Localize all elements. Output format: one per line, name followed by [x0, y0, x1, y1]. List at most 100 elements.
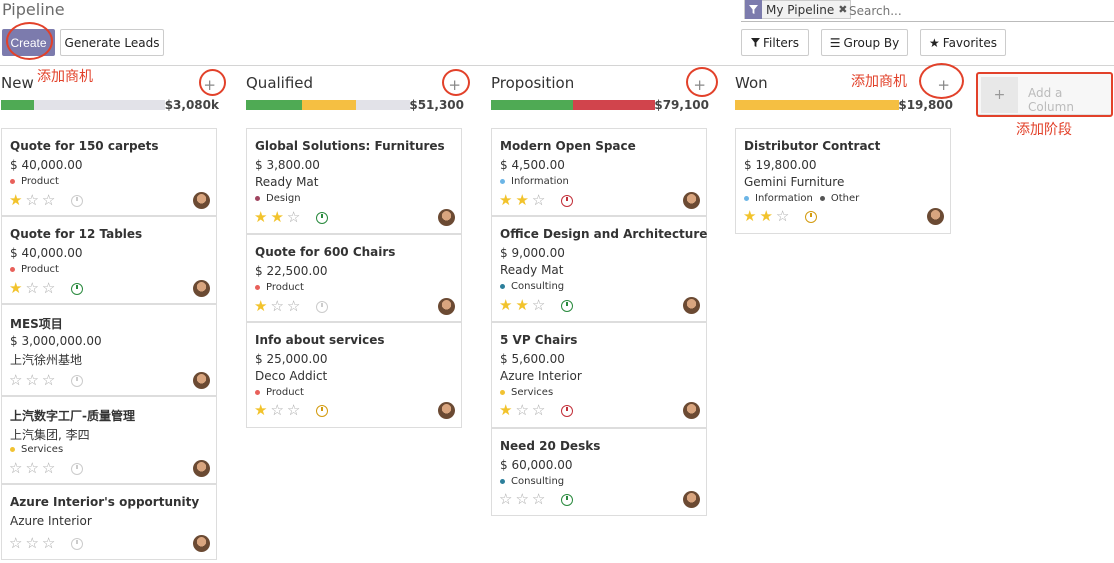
priority-stars[interactable]: ☆ ☆ ☆: [499, 492, 545, 507]
star-outline-icon[interactable]: ☆: [25, 193, 38, 208]
opportunity-card[interactable]: Quote for 150 carpets $ 40,000.00 Produc…: [1, 128, 217, 216]
star-outline-icon[interactable]: ☆: [42, 461, 55, 476]
card-title: Global Solutions: Furnitures: [255, 139, 445, 153]
avatar: [193, 460, 210, 477]
opportunity-card[interactable]: 5 VP Chairs $ 5,600.00 Azure Interior Se…: [491, 322, 707, 428]
star-outline-icon[interactable]: ☆: [287, 210, 300, 225]
star-outline-icon[interactable]: ☆: [287, 299, 300, 314]
star-icon[interactable]: ★: [499, 403, 512, 418]
opportunity-card[interactable]: Info about services $ 25,000.00 Deco Add…: [246, 322, 462, 428]
star-outline-icon[interactable]: ☆: [42, 536, 55, 551]
star-outline-icon[interactable]: ☆: [287, 403, 300, 418]
column-progress-bar[interactable]: [735, 100, 899, 110]
opportunity-card[interactable]: 上汽数字工厂-质量管理 上汽集团, 李四 Services ☆ ☆ ☆: [1, 396, 217, 484]
star-outline-icon[interactable]: ☆: [532, 193, 545, 208]
star-icon[interactable]: ★: [254, 299, 267, 314]
page-title: Pipeline: [2, 0, 65, 19]
activity-clock-icon[interactable]: [71, 375, 83, 387]
column-progress-bar[interactable]: [491, 100, 655, 110]
star-outline-icon[interactable]: ☆: [42, 193, 55, 208]
star-icon: ★: [929, 35, 940, 50]
activity-clock-icon[interactable]: [71, 538, 83, 550]
opportunity-card[interactable]: Azure Interior's opportunity Azure Inter…: [1, 484, 217, 560]
column-progress-bar[interactable]: [1, 100, 165, 110]
card-tags: Services: [500, 387, 553, 398]
tag-label: Services: [511, 387, 554, 398]
activity-clock-icon[interactable]: [316, 212, 328, 224]
activity-clock-icon[interactable]: [71, 463, 83, 475]
opportunity-card[interactable]: MES项目 $ 3,000,000.00 上汽徐州基地 ☆ ☆ ☆: [1, 304, 217, 396]
search-facet[interactable]: My Pipeline ✖: [744, 0, 852, 19]
tag-color-dot: [255, 196, 260, 201]
star-icon[interactable]: ★: [515, 193, 528, 208]
priority-stars[interactable]: ☆ ☆ ☆: [9, 461, 55, 476]
filters-button[interactable]: Filters: [741, 29, 809, 56]
opportunity-card[interactable]: Global Solutions: Furnitures $ 3,800.00 …: [246, 128, 462, 234]
star-outline-icon[interactable]: ☆: [270, 299, 283, 314]
activity-clock-icon[interactable]: [805, 211, 817, 223]
star-outline-icon[interactable]: ☆: [776, 209, 789, 224]
star-outline-icon[interactable]: ☆: [25, 373, 38, 388]
priority-stars[interactable]: ★ ☆ ☆: [499, 403, 545, 418]
star-outline-icon[interactable]: ☆: [532, 403, 545, 418]
activity-clock-icon[interactable]: [561, 405, 573, 417]
star-outline-icon[interactable]: ☆: [25, 536, 38, 551]
star-icon[interactable]: ★: [759, 209, 772, 224]
activity-clock-icon[interactable]: [316, 301, 328, 313]
card-amount: $ 3,000,000.00: [10, 334, 102, 348]
priority-stars[interactable]: ☆ ☆ ☆: [9, 536, 55, 551]
opportunity-card[interactable]: Modern Open Space $ 4,500.00 Information…: [491, 128, 707, 216]
activity-clock-icon[interactable]: [561, 300, 573, 312]
search-input[interactable]: [849, 2, 1099, 19]
tag-color-dot: [500, 284, 505, 289]
priority-stars[interactable]: ★ ★ ☆: [743, 209, 789, 224]
activity-clock-icon[interactable]: [561, 494, 573, 506]
opportunity-card[interactable]: Distributor Contract $ 19,800.00 Gemini …: [735, 128, 951, 234]
opportunity-card[interactable]: Quote for 600 Chairs $ 22,500.00 Product…: [246, 234, 462, 322]
star-icon[interactable]: ★: [499, 298, 512, 313]
priority-stars[interactable]: ★ ☆ ☆: [254, 403, 300, 418]
star-icon[interactable]: ★: [254, 403, 267, 418]
star-outline-icon[interactable]: ☆: [9, 536, 22, 551]
priority-stars[interactable]: ☆ ☆ ☆: [9, 373, 55, 388]
priority-stars[interactable]: ★ ★ ☆: [499, 193, 545, 208]
star-outline-icon[interactable]: ☆: [25, 281, 38, 296]
star-outline-icon[interactable]: ☆: [9, 373, 22, 388]
priority-stars[interactable]: ★ ☆ ☆: [254, 299, 300, 314]
star-outline-icon[interactable]: ☆: [270, 403, 283, 418]
activity-clock-icon[interactable]: [561, 195, 573, 207]
priority-stars[interactable]: ★ ★ ☆: [254, 210, 300, 225]
card-title: Quote for 150 carpets: [10, 139, 159, 153]
star-outline-icon[interactable]: ☆: [532, 298, 545, 313]
star-icon[interactable]: ★: [743, 209, 756, 224]
opportunity-card[interactable]: Office Design and Architecture $ 9,000.0…: [491, 216, 707, 322]
star-outline-icon[interactable]: ☆: [42, 281, 55, 296]
star-icon[interactable]: ★: [270, 210, 283, 225]
activity-clock-icon[interactable]: [71, 195, 83, 207]
opportunity-card[interactable]: Quote for 12 Tables $ 40,000.00 Product …: [1, 216, 217, 304]
star-outline-icon[interactable]: ☆: [25, 461, 38, 476]
card-title: Quote for 12 Tables: [10, 227, 143, 241]
star-icon[interactable]: ★: [9, 281, 22, 296]
star-outline-icon[interactable]: ☆: [499, 492, 512, 507]
star-icon[interactable]: ★: [499, 193, 512, 208]
star-outline-icon[interactable]: ☆: [515, 492, 528, 507]
star-icon[interactable]: ★: [9, 193, 22, 208]
activity-clock-icon[interactable]: [316, 405, 328, 417]
star-icon[interactable]: ★: [254, 210, 267, 225]
priority-stars[interactable]: ★ ★ ☆: [499, 298, 545, 313]
priority-stars[interactable]: ★ ☆ ☆: [9, 193, 55, 208]
star-icon[interactable]: ★: [515, 298, 528, 313]
star-outline-icon[interactable]: ☆: [515, 403, 528, 418]
priority-stars[interactable]: ★ ☆ ☆: [9, 281, 55, 296]
favorites-button[interactable]: ★ Favorites: [920, 29, 1006, 56]
star-outline-icon[interactable]: ☆: [9, 461, 22, 476]
activity-clock-icon[interactable]: [71, 283, 83, 295]
generate-leads-button[interactable]: Generate Leads: [60, 29, 164, 56]
column-total: $51,300: [409, 98, 464, 112]
star-outline-icon[interactable]: ☆: [42, 373, 55, 388]
opportunity-card[interactable]: Need 20 Desks $ 60,000.00 Consulting ☆ ☆ ☆: [491, 428, 707, 516]
star-outline-icon[interactable]: ☆: [532, 492, 545, 507]
group-by-button[interactable]: ☰ Group By: [821, 29, 908, 56]
column-progress-bar[interactable]: [246, 100, 410, 110]
